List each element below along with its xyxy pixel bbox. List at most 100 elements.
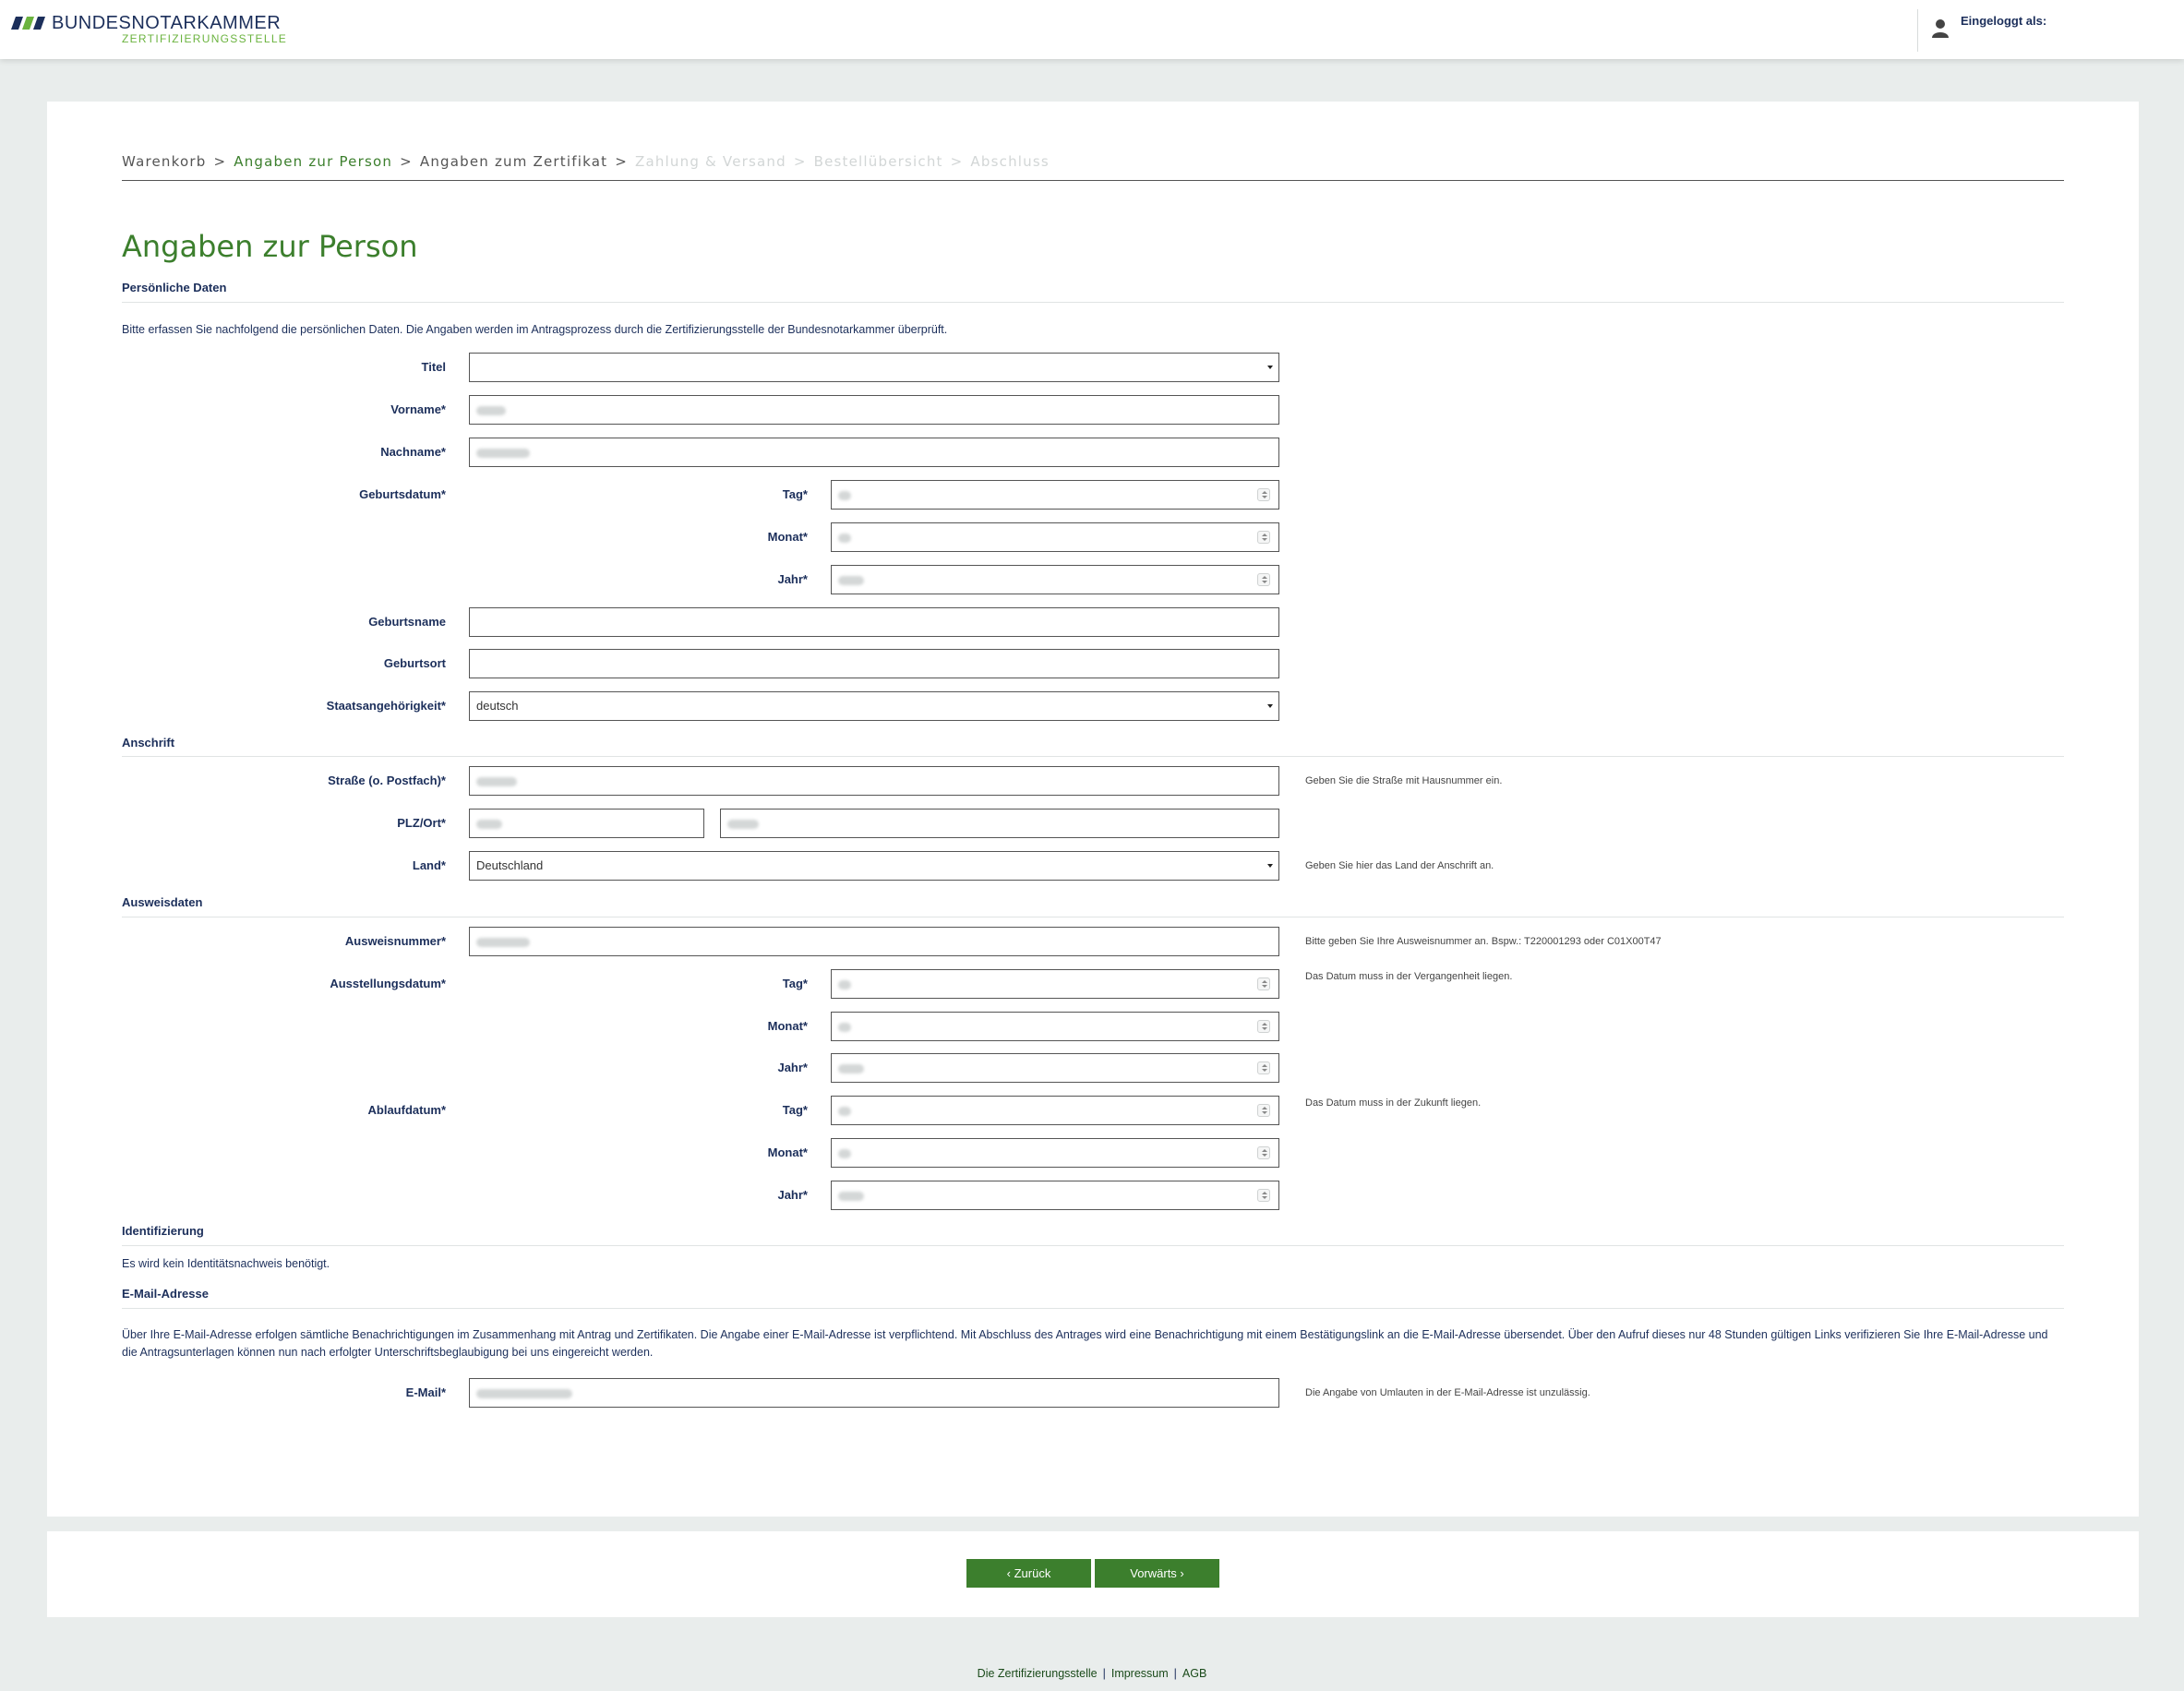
spinner-icon[interactable] xyxy=(1257,1104,1270,1117)
ablauf-jahr-input[interactable] xyxy=(831,1181,1279,1210)
breadcrumb-zahlung-versand: Zahlung & Versand xyxy=(634,153,786,170)
footer-link-agb[interactable]: AGB xyxy=(1182,1667,1206,1680)
ausstellungsdatum-label: Ausstellungsdatum* xyxy=(330,977,446,990)
ausstellung-tag-input[interactable] xyxy=(831,969,1279,999)
land-label: Land* xyxy=(412,858,446,872)
geburt-jahr-label: Jahr* xyxy=(777,572,808,586)
land-hint: Geben Sie hier das Land der Anschrift an… xyxy=(1305,860,1494,871)
nachname-label: Nachname* xyxy=(380,445,446,459)
spinner-icon[interactable] xyxy=(1257,531,1270,544)
ausstellung-tag-label: Tag* xyxy=(782,977,808,990)
ausweisnummer-hint: Bitte geben Sie Ihre Ausweisnummer an. B… xyxy=(1305,936,1662,947)
section-heading-personal: Persönliche Daten xyxy=(122,281,227,294)
footer-separator: | xyxy=(1102,1667,1106,1680)
caret-down-icon xyxy=(1267,704,1273,708)
back-button[interactable]: ‹ Zurück xyxy=(966,1559,1091,1588)
ort-input[interactable] xyxy=(720,809,1279,838)
ausstellung-monat-input[interactable] xyxy=(831,1012,1279,1041)
email-hint: Die Angabe von Umlauten in der E-Mail-Ad… xyxy=(1305,1387,1590,1398)
land-select[interactable]: Deutschland xyxy=(469,851,1279,881)
ablaufdatum-hint: Das Datum muss in der Zukunft liegen. xyxy=(1305,1097,1482,1109)
footer: Die Zertifizierungsstelle | Impressum | AGB xyxy=(0,1667,2184,1680)
geburtsort-label: Geburtsort xyxy=(383,656,446,670)
brand-title: BUNDESNOTARKAMMER xyxy=(52,13,282,33)
ablauf-monat-input[interactable] xyxy=(831,1138,1279,1168)
personal-intro-text: Bitte erfassen Sie nachfolgend die persö… xyxy=(122,323,948,336)
footer-link-zertifizierungsstelle[interactable]: Die Zertifizierungsstelle xyxy=(978,1667,1098,1680)
geburtsort-input[interactable] xyxy=(469,649,1279,678)
ausstellungsdatum-hint: Das Datum muss in der Vergangenheit lieg… xyxy=(1305,971,1513,982)
geburt-monat-label: Monat* xyxy=(767,530,808,544)
section-heading-id: Ausweisdaten xyxy=(122,895,203,909)
ablauf-tag-label: Tag* xyxy=(782,1103,808,1117)
ablauf-tag-input[interactable] xyxy=(831,1096,1279,1125)
breadcrumb-separator: > xyxy=(950,153,964,170)
user-menu[interactable]: Eingeloggt als: xyxy=(1917,9,2184,52)
staatsangehoerigkeit-select[interactable]: deutsch xyxy=(469,691,1279,721)
titel-select[interactable] xyxy=(469,353,1279,382)
plz-input[interactable] xyxy=(469,809,704,838)
breadcrumb-abschluss: Abschluss xyxy=(970,153,1050,170)
spinner-icon[interactable] xyxy=(1257,1020,1270,1033)
breadcrumb: Warenkorb > Angaben zur Person > Angaben zum… xyxy=(122,153,1050,170)
section-heading-identification: Identifizierung xyxy=(122,1224,204,1238)
strasse-label: Straße (o. Postfach)* xyxy=(328,774,446,787)
plz-ort-label: PLZ/Ort* xyxy=(397,816,446,830)
strasse-input[interactable] xyxy=(469,766,1279,796)
section-divider xyxy=(122,1308,2064,1309)
page-title: Angaben zur Person xyxy=(122,229,418,264)
section-divider xyxy=(122,302,2064,303)
staatsangehoerigkeit-value: deutsch xyxy=(476,699,519,713)
vorname-input[interactable] xyxy=(469,395,1279,425)
ausstellung-jahr-label: Jahr* xyxy=(777,1061,808,1074)
ausstellung-monat-label: Monat* xyxy=(767,1019,808,1033)
logo-stripes-icon xyxy=(11,17,45,30)
geburtsname-label: Geburtsname xyxy=(368,615,446,629)
next-button[interactable]: Vorwärts › xyxy=(1095,1559,1219,1588)
logged-in-label: Eingeloggt als: xyxy=(1961,14,2047,28)
spinner-icon[interactable] xyxy=(1257,977,1270,990)
titel-label: Titel xyxy=(421,360,447,374)
ablaufdatum-label: Ablaufdatum* xyxy=(367,1103,447,1117)
user-icon xyxy=(1932,19,1949,38)
strasse-hint: Geben Sie die Straße mit Hausnummer ein. xyxy=(1305,775,1503,786)
geburt-monat-input[interactable] xyxy=(831,522,1279,552)
breadcrumb-warenkorb[interactable]: Warenkorb xyxy=(122,153,206,170)
section-heading-address: Anschrift xyxy=(122,736,175,750)
spinner-icon[interactable] xyxy=(1257,1189,1270,1202)
nachname-input[interactable] xyxy=(469,438,1279,467)
spinner-icon[interactable] xyxy=(1257,488,1270,501)
breadcrumb-separator: > xyxy=(400,153,413,170)
staatsangehoerigkeit-label: Staatsangehörigkeit* xyxy=(326,699,446,713)
action-bar: ‹ Zurück Vorwärts › xyxy=(47,1531,2139,1617)
breadcrumb-separator: > xyxy=(213,153,227,170)
geburtsdatum-label: Geburtsdatum* xyxy=(359,487,446,501)
spinner-icon[interactable] xyxy=(1257,1146,1270,1159)
breadcrumb-angaben-person[interactable]: Angaben zur Person xyxy=(234,153,392,170)
geburtsname-input[interactable] xyxy=(469,607,1279,637)
spinner-icon[interactable] xyxy=(1257,573,1270,586)
geburt-jahr-input[interactable] xyxy=(831,565,1279,594)
footer-link-impressum[interactable]: Impressum xyxy=(1111,1667,1169,1680)
land-value: Deutschland xyxy=(476,858,544,872)
main-card: Warenkorb > Angaben zur Person > Angaben zum… xyxy=(47,102,2139,1517)
footer-separator: | xyxy=(1173,1667,1177,1680)
top-header: BUNDESNOTARKAMMER ZERTIFIZIERUNGSSTELLE … xyxy=(0,0,2184,59)
caret-down-icon xyxy=(1267,366,1273,369)
geburt-tag-input[interactable] xyxy=(831,480,1279,510)
section-divider xyxy=(122,756,2064,757)
ablauf-jahr-label: Jahr* xyxy=(777,1188,808,1202)
geburt-tag-label: Tag* xyxy=(782,487,808,501)
ausweisnummer-input[interactable] xyxy=(469,927,1279,956)
ausstellung-jahr-input[interactable] xyxy=(831,1053,1279,1083)
breadcrumb-divider xyxy=(122,180,2064,181)
identification-text: Es wird kein Identitätsnachweis benötigt… xyxy=(122,1257,330,1270)
vorname-label: Vorname* xyxy=(390,402,446,416)
section-divider xyxy=(122,1245,2064,1246)
email-label: E-Mail* xyxy=(405,1385,446,1399)
breadcrumb-angaben-zertifikat[interactable]: Angaben zum Zertifikat xyxy=(420,153,607,170)
brand-subtitle: ZERTIFIZIERUNGSSTELLE xyxy=(122,32,288,45)
email-input[interactable] xyxy=(469,1378,1279,1408)
breadcrumb-separator: > xyxy=(615,153,628,170)
spinner-icon[interactable] xyxy=(1257,1061,1270,1074)
